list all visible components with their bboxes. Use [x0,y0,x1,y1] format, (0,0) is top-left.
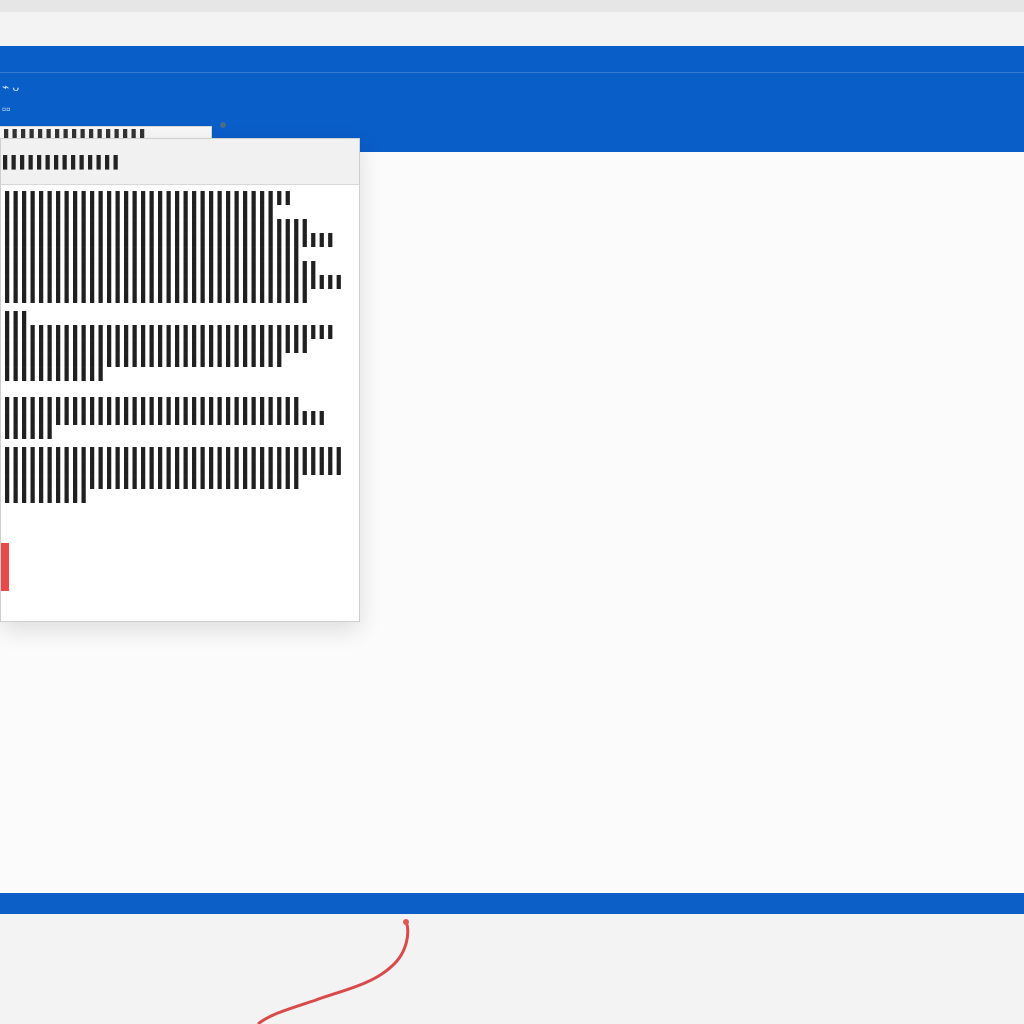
monitor-bottom-bezel [0,893,1024,914]
top-strip [0,0,1024,12]
dialog-line: ▌▌▌▌▌▌▌▌▌▌▌▌▌▌▌▌▌▌▌▌▌▌▌▌▌▌▌▌▌▌▌▌▌▌▌ [5,475,303,489]
dialog-window[interactable]: ▌▌▌▌▌▌▌▌▌▌▌▌▌▌ ▌▌▌▌▌▌▌▌▌▌▌▌▌▌▌▌▌▌▌▌▌▌▌▌▌… [0,138,360,622]
bezel-divider [0,72,1024,73]
dialog-line: ▌▌▌▌▌▌▌▌▌▌▌▌▌▌▌▌▌▌▌▌▌▌▌▌▌▌▌▌▌▌▌▌▌ [5,353,286,367]
warning-marker [1,543,9,591]
dialog-line: ▌▌▌▌▌▌▌▌▌▌▌▌▌▌▌▌▌▌▌▌▌▌▌▌▌▌▌▌▌▌▌▌▌▌▌▌ [5,339,312,353]
dialog-title-bar[interactable]: ▌▌▌▌▌▌▌▌▌▌▌▌▌▌ [1,139,359,185]
dialog-line: ▌▌▌▌▌▌▌▌▌▌▌▌▌▌▌▌▌▌▌▌▌▌▌▌▌▌▌▌▌▌▌▌▌▌▌▌▌▌▌ [5,325,337,339]
dialog-line: ▌▌▌▌▌▌▌▌▌▌▌▌▌▌▌▌▌▌▌▌▌▌▌▌▌▌▌▌▌▌▌▌ [5,205,278,219]
dialog-line: ▌▌▌▌▌▌▌▌▌▌▌▌▌▌▌▌▌▌▌▌▌▌▌▌▌▌▌▌▌▌▌▌▌▌ [5,191,295,205]
cable-line [257,921,410,1024]
dialog-line: ▌▌▌▌▌▌▌▌▌▌▌▌▌▌▌▌▌▌▌▌▌▌▌▌▌▌▌▌▌▌▌▌▌▌▌▌▌▌ [5,411,329,425]
dialog-line: ▌▌▌▌▌▌▌▌▌▌ [5,489,91,503]
dialog-line: ▌▌▌▌▌▌ [5,425,57,439]
dialog-line: ▌▌▌▌▌▌▌▌▌▌▌▌▌▌▌▌▌▌▌▌▌▌▌▌▌▌▌▌▌▌▌▌▌▌▌▌▌▌▌ [5,233,337,247]
dialog-spacer [5,381,351,397]
dialog-line: ▌▌▌▌▌▌▌▌▌▌▌▌▌▌▌▌▌▌▌▌▌▌▌▌▌▌▌▌▌▌▌▌▌▌▌▌ [5,289,312,303]
dialog-line: ▌▌▌▌▌▌▌▌▌▌▌▌▌▌▌▌▌▌▌▌▌▌▌▌▌▌▌▌▌▌▌▌▌▌▌▌▌▌▌▌ [5,275,346,289]
dialog-line: ▌▌▌▌▌▌▌▌▌▌▌▌▌▌▌▌▌▌▌▌▌▌▌▌▌▌▌▌▌▌▌▌▌▌▌▌▌▌▌▌ [5,461,346,475]
dialog-line: ▌▌▌▌▌▌▌▌▌▌▌▌▌▌▌▌▌▌▌▌▌▌▌▌▌▌▌▌▌▌▌▌▌▌▌ [5,247,303,261]
cable-connector [403,919,409,925]
bezel-labels: ⌁ ᴗ ▫▫ [2,76,19,120]
dialog-line: ▌▌▌▌▌▌▌▌▌▌▌▌▌▌▌▌▌▌▌▌▌▌▌▌▌▌▌▌▌▌▌▌▌▌▌▌▌▌▌▌ [5,447,346,461]
dialog-line: ▌▌▌ [5,311,31,325]
bezel-label-2: ▫▫ [2,102,11,116]
dialog-line: ▌▌▌▌▌▌▌▌▌▌▌▌▌▌▌▌▌▌▌▌▌▌▌▌▌▌▌▌▌▌▌▌▌▌▌▌▌ [5,261,320,275]
dialog-line: ▌▌▌▌▌▌▌▌▌▌▌▌▌▌▌▌▌▌▌▌▌▌▌▌▌▌▌▌▌▌▌▌▌▌▌▌ [5,219,312,233]
dialog-line: ▌▌▌▌▌▌▌▌▌▌▌▌▌▌▌▌▌▌▌▌▌▌▌▌▌▌▌▌▌▌▌▌▌▌▌ [5,397,303,411]
dialog-spacer [5,439,351,447]
dialog-line: ▌▌▌▌▌▌▌▌▌▌▌▌ [5,367,108,381]
dialog-spacer [5,303,351,311]
dialog-content: ▌▌▌▌▌▌▌▌▌▌▌▌▌▌▌▌▌▌▌▌▌▌▌▌▌▌▌▌▌▌▌▌▌▌ ▌▌▌▌▌… [1,185,359,621]
bezel-label-1: ⌁ ᴗ [2,80,20,94]
window-control-dot[interactable] [220,122,226,128]
